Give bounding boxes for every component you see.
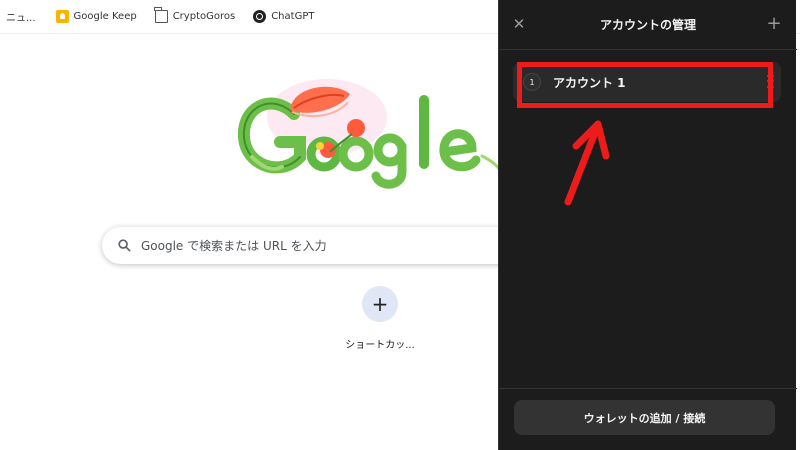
account-row[interactable]: 1 アカウント 1 <box>513 62 781 102</box>
plus-icon[interactable]: + <box>362 286 398 322</box>
bookmark-label: Google Keep <box>73 11 137 22</box>
annotation-arrow-icon <box>564 120 610 206</box>
add-shortcut[interactable]: + ショートカッ... <box>334 286 426 351</box>
search-icon <box>118 239 131 252</box>
browser-page: ニュ... Google Keep CryptoGoros ChatGPT Go… <box>0 0 800 450</box>
account-name: アカウント 1 <box>553 75 626 90</box>
account-index-badge: 1 <box>523 73 541 91</box>
drag-handle-icon[interactable] <box>767 75 775 89</box>
bookmark-label: CryptoGoros <box>172 11 236 22</box>
search-placeholder: Google で検索または URL を入力 <box>141 239 327 253</box>
chatgpt-icon <box>253 10 267 23</box>
bookmark-cryptogoros[interactable]: CryptoGoros <box>149 5 242 29</box>
bookmark-label: ChatGPT <box>271 11 315 22</box>
shortcut-label: ショートカッ... <box>345 340 415 351</box>
panel-header: ✕ アカウントの管理 + <box>499 0 797 50</box>
panel-title: アカウントの管理 <box>599 18 696 32</box>
add-account-button[interactable]: + <box>765 14 783 34</box>
folder-icon <box>154 7 168 23</box>
bookmark-google-keep[interactable]: Google Keep <box>50 5 143 29</box>
google-doodle[interactable] <box>232 72 502 192</box>
keep-icon <box>55 10 69 23</box>
close-icon[interactable]: ✕ <box>511 16 527 32</box>
bookmark-chatgpt[interactable]: ChatGPT <box>247 5 320 29</box>
bookmark-label: ニュ... <box>6 13 36 24</box>
account-management-panel: ✕ アカウントの管理 + 1 アカウント 1 ウォレットの追加 / 接続 <box>498 0 797 450</box>
bookmark-news[interactable]: ニュ... <box>0 5 42 29</box>
search-box[interactable]: Google で検索または URL を入力 <box>102 227 522 264</box>
panel-footer: ウォレットの追加 / 接続 <box>499 388 797 450</box>
add-connect-wallet-button[interactable]: ウォレットの追加 / 接続 <box>514 400 775 435</box>
